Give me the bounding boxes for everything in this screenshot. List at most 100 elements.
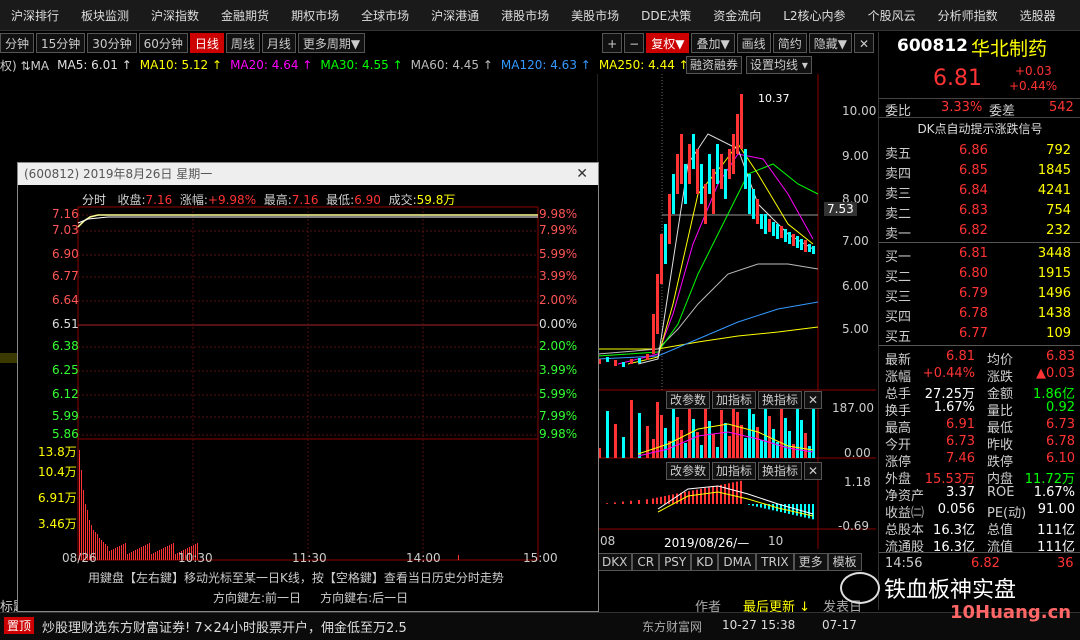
nav-item-0[interactable]: 沪深排行 [0, 7, 70, 24]
period-button-5[interactable]: 周线 [225, 33, 260, 53]
period-button-0[interactable]: 分钟 [0, 33, 35, 53]
indicator-tab-5[interactable]: TRIX [756, 553, 794, 571]
ad-ticker[interactable]: 炒股理财选东方财富证券! 7×24小时股票开户，佣金低至万2.5 [42, 617, 407, 636]
tool-button-5[interactable]: 简约 [772, 33, 807, 53]
margin-trading-button[interactable]: 融资融券 [686, 56, 743, 74]
candle [712, 169, 715, 214]
intraday-volume-bar [81, 470, 82, 560]
candle [752, 189, 755, 219]
indicator-tab-0[interactable]: DKX [597, 553, 633, 571]
left-price-label: 6.12 [52, 387, 79, 401]
tool-button-6[interactable]: 隐藏▼ [808, 33, 852, 53]
indicator-tab-2[interactable]: PSY [659, 553, 692, 571]
nav-item-13[interactable]: 分析师指数 [927, 7, 1009, 24]
intraday-volume-bar [153, 553, 154, 560]
volume-bar [676, 417, 679, 458]
tool-button-2[interactable]: 复权▼ [646, 33, 690, 53]
nav-item-14[interactable]: 选股器 [1009, 7, 1067, 24]
order-price: 6.86 [959, 143, 988, 158]
macdbtns-btn-1[interactable]: 加指标 [712, 462, 757, 480]
stat-row: 收益㈡ 0.056 PE(动) 91.00 [879, 501, 1080, 521]
volume-bar [700, 445, 703, 458]
period-button-3[interactable]: 60分钟 [138, 33, 188, 53]
indicator-tab-7[interactable]: 模板 [827, 553, 862, 571]
period-button-7[interactable]: 更多周期▼ [297, 33, 366, 53]
nav-item-10[interactable]: 资金流向 [702, 7, 772, 24]
tool-button-4[interactable]: 画线 [736, 33, 771, 53]
indicator-tab-1[interactable]: CR [632, 553, 660, 571]
volume-bar [728, 436, 731, 458]
brand-link[interactable]: 东方财富网 [642, 618, 702, 635]
kline-chart[interactable]: 10.37 10.00 9.00 8.00 7.00 6.00 5.00 7.53 改参数… [597, 74, 876, 550]
stat-value: 6.78 [1046, 434, 1075, 449]
close-icon[interactable]: ✕ [576, 163, 588, 185]
nav-item-11[interactable]: L2核心内参 [772, 7, 856, 24]
period-button-6[interactable]: 月线 [261, 33, 296, 53]
tool-button-7[interactable]: ✕ [853, 33, 874, 53]
volume-tick-label: 13.8万 [38, 445, 77, 459]
high-price-label: 10.37 [758, 92, 790, 105]
volbtns-btn-0[interactable]: 改参数 [666, 391, 711, 409]
tool-button-0[interactable]: + [602, 33, 623, 53]
nav-item-2[interactable]: 沪深指数 [140, 7, 210, 24]
intraday-volume-bar [161, 549, 162, 560]
candle [664, 224, 667, 264]
nav-item-5[interactable]: 全球市场 [350, 7, 420, 24]
period-button-2[interactable]: 30分钟 [87, 33, 137, 53]
nav-item-1[interactable]: 板块监测 [70, 7, 140, 24]
nav-item-9[interactable]: DDE决策 [630, 7, 702, 24]
order-label: 卖二 [885, 207, 912, 222]
ma-item-5: MA120: 4.63 ↑ [500, 58, 591, 72]
nav-item-12[interactable]: 个股风云 [857, 7, 927, 24]
candle [736, 114, 739, 154]
intraday-popup[interactable]: (600812) 2019年8月26日 星期一 ✕ 分时 收盘:7.16 涨幅:… [17, 162, 599, 612]
volbtns-btn-1[interactable]: 加指标 [712, 391, 757, 409]
macdbtns-btn-2[interactable]: 换指标 [758, 462, 803, 480]
order-volume: 1438 [1037, 306, 1071, 321]
indicator-tab-4[interactable]: DMA [718, 553, 757, 571]
volbtns-btn-2[interactable]: 换指标 [758, 391, 803, 409]
indicator-tabs: DKX CR PSY KD DMA TRIX 更多 模板 [597, 553, 862, 571]
macdbtns-btn-0[interactable]: 改参数 [666, 462, 711, 480]
order-price: 6.82 [959, 223, 988, 238]
intraday-volume-bar [157, 551, 158, 560]
indicator-tab-3[interactable]: KD [691, 553, 719, 571]
volume-bar [704, 408, 707, 458]
order-book-row: 买一 6.81 3448 [879, 245, 1080, 265]
intraday-volume-bar [101, 540, 102, 560]
nav-item-7[interactable]: 港股市场 [490, 7, 560, 24]
intraday-volume-bar [97, 534, 98, 560]
macd-bar [606, 503, 608, 504]
close-icon[interactable]: ✕ [804, 391, 823, 409]
order-book-row: 卖三 6.84 4241 [879, 182, 1080, 202]
macd-bar [614, 502, 616, 504]
candle [800, 239, 803, 250]
candle [720, 154, 723, 189]
right-pct-label: 3.99% [539, 363, 578, 377]
indicator-tab-6[interactable]: 更多 [793, 553, 828, 571]
volume-bar [720, 410, 723, 458]
nav-item-6[interactable]: 沪深港通 [420, 7, 490, 24]
tool-button-3[interactable]: 叠加▼ [691, 33, 735, 53]
volume-bar [660, 415, 663, 458]
order-book-row: 买二 6.80 1915 [879, 265, 1080, 285]
macd-bar [646, 499, 648, 504]
set-ma-button[interactable]: 设置均线 ▾ [746, 56, 812, 74]
nav-item-8[interactable]: 美股市场 [560, 7, 630, 24]
period-button-4[interactable]: 日线 [189, 33, 224, 53]
close-icon[interactable]: ✕ [804, 462, 823, 480]
nav-item-4[interactable]: 期权市场 [280, 7, 350, 24]
tool-button-1[interactable]: − [624, 33, 645, 53]
intraday-volume-bar [141, 547, 142, 560]
period-button-1[interactable]: 15分钟 [36, 33, 86, 53]
dk-signal-link[interactable]: DK点自动提示涨跌信号 [879, 120, 1080, 137]
candle [716, 144, 719, 184]
time-label: 08/26 [62, 551, 97, 565]
stat-value: 91.00 [1037, 502, 1075, 517]
volume-bar [684, 443, 687, 458]
nav-item-3[interactable]: 金融期货 [210, 7, 280, 24]
candle [740, 94, 743, 149]
candle [652, 314, 655, 354]
volume-tick: 187.00 [832, 401, 874, 415]
candle [614, 360, 617, 366]
